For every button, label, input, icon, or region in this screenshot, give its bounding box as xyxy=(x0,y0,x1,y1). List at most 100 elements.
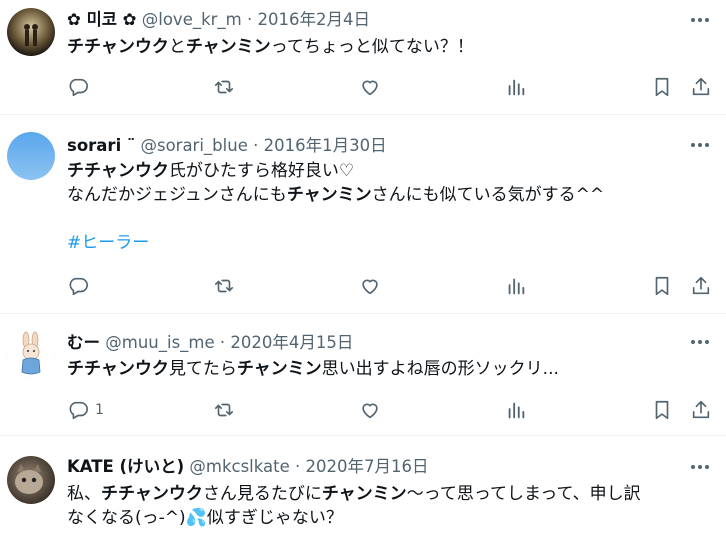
like-button[interactable] xyxy=(359,395,381,425)
avatar[interactable] xyxy=(7,456,55,504)
separator: · xyxy=(253,136,259,155)
text-line: 私、チチャンウクさん見るたびにチャンミン〜って思ってしまって、申し訳 xyxy=(67,482,710,506)
tweet-header: むー @muu_is_me · 2020年4月15日 xyxy=(67,332,353,354)
more-icon[interactable] xyxy=(688,135,712,155)
display-name[interactable]: むー xyxy=(67,333,100,352)
retweet-icon xyxy=(214,279,234,293)
text-plain: 似すぎじゃない？ xyxy=(206,508,343,528)
share-icon xyxy=(692,276,710,295)
retweet-button[interactable] xyxy=(213,72,235,102)
share-icon xyxy=(692,77,710,96)
share-button[interactable] xyxy=(690,271,712,301)
display-name[interactable]: KATE (けいと) xyxy=(67,457,184,476)
like-icon xyxy=(362,80,378,96)
text-keyword: チャンミン xyxy=(286,185,372,205)
text-keyword: チャンミン xyxy=(236,359,322,379)
handle[interactable]: @muu_is_me xyxy=(105,333,214,352)
tweet-header: ✿ 미코 ✿ @love_kr_m · 2016年2月4日 xyxy=(67,9,370,31)
action-bar: 1 xyxy=(0,395,726,425)
more-icon[interactable] xyxy=(688,332,712,352)
text-plain: 私、 xyxy=(67,484,101,504)
text-keyword: チチャンウク xyxy=(67,37,169,57)
reply-icon xyxy=(69,401,88,420)
like-icon xyxy=(362,403,378,419)
text-plain: さん見るたびに xyxy=(202,484,322,504)
handle[interactable]: @love_kr_m xyxy=(142,10,242,29)
text-keyword: チチャンウク xyxy=(67,359,169,379)
text-keyword: チチャンウク xyxy=(101,484,203,504)
avatar[interactable] xyxy=(7,132,55,180)
share-button[interactable] xyxy=(690,72,712,102)
text-plain: 見てたら xyxy=(168,359,237,379)
timestamp[interactable]: 2016年1月30日 xyxy=(264,136,387,155)
timestamp[interactable]: 2016年2月4日 xyxy=(258,10,371,29)
tweet-text: チチャンウク氏がひたすら格好良い♡ なんだかジェジュンさんにもチャンミンさんにも… xyxy=(67,159,710,255)
views-button[interactable] xyxy=(505,271,527,301)
bookmark-button[interactable] xyxy=(651,395,673,425)
bookmark-icon xyxy=(655,400,669,420)
reply-button[interactable]: 1 xyxy=(67,395,104,425)
like-button[interactable] xyxy=(359,72,381,102)
bookmark-button[interactable] xyxy=(651,271,673,301)
text-plain: 〜って思ってしまって、申し訳 xyxy=(406,484,641,504)
text-keyword: チャンミン xyxy=(321,484,407,504)
separator: · xyxy=(219,333,226,352)
tweet[interactable]: sorari ¨ @sorari_blue · 2016年1月30日 チチャンウ… xyxy=(0,115,726,314)
tweet[interactable]: ✿ 미코 ✿ @love_kr_m · 2016年2月4日 チチャンウクとチャン… xyxy=(0,0,726,115)
share-button[interactable] xyxy=(690,395,712,425)
tweet-text: 私、チチャンウクさん見るたびにチャンミン〜って思ってしまって、申し訳 なくなる(… xyxy=(67,482,710,530)
more-icon[interactable] xyxy=(688,10,712,30)
timestamp[interactable]: 2020年4月15日 xyxy=(230,333,353,352)
separator: · xyxy=(247,10,253,29)
retweet-icon xyxy=(214,80,234,94)
reply-icon xyxy=(69,78,88,97)
avatar[interactable] xyxy=(7,8,55,56)
text-plain: 氏がひたすら格好良い♡ xyxy=(168,161,355,181)
display-name[interactable]: ✿ 미코 ✿ xyxy=(67,10,137,29)
text-keyword: チチャンウク xyxy=(67,161,169,181)
views-icon xyxy=(508,79,525,96)
retweet-button[interactable] xyxy=(213,395,235,425)
retweet-button[interactable] xyxy=(213,271,235,301)
text-keyword: チャンミン xyxy=(185,37,271,57)
tweet-text: チチャンウクとチャンミンってちょっと似てない？！ xyxy=(67,35,710,59)
text-plain: と xyxy=(168,37,186,57)
tweet[interactable]: むー @muu_is_me · 2020年4月15日 チチャンウク見てたらチャン… xyxy=(0,314,726,436)
text-line: なんだかジェジュンさんにもチャンミンさんにも似ている気がする^^ xyxy=(67,183,710,207)
timestamp[interactable]: 2020年7月16日 xyxy=(306,457,429,476)
reply-icon xyxy=(69,277,88,296)
text-plain: さんにも似ている気がする^^ xyxy=(371,185,605,205)
views-button[interactable] xyxy=(505,72,527,102)
handle[interactable]: @mkcslkate xyxy=(189,457,289,476)
text-plain: なんだかジェジュンさんにも xyxy=(67,185,287,205)
avatar[interactable] xyxy=(7,330,55,378)
action-bar xyxy=(0,271,726,301)
share-icon xyxy=(692,400,710,419)
views-icon xyxy=(508,402,525,419)
text-plain: 思い出すよね唇の形ソックリ... xyxy=(321,359,559,379)
action-bar xyxy=(0,72,726,102)
views-button[interactable] xyxy=(505,395,527,425)
tweet[interactable]: KATE (けいと) @mkcslkate · 2020年7月16日 私、チチャ… xyxy=(0,436,726,535)
tweet-text: チチャンウク見てたらチャンミン思い出すよね唇の形ソックリ... xyxy=(67,357,710,381)
bookmark-icon xyxy=(655,77,669,97)
handle[interactable]: @sorari_blue xyxy=(140,136,247,155)
hashtag-link[interactable]: #ヒーラー xyxy=(67,233,149,253)
text-line: チチャンウク氏がひたすら格好良い♡ xyxy=(67,159,710,183)
like-button[interactable] xyxy=(359,271,381,301)
reply-button[interactable] xyxy=(67,72,95,102)
sweat-droplets-emoji: 💦 xyxy=(185,508,207,528)
views-icon xyxy=(508,278,525,295)
text-plain: ってちょっと似てない？！ xyxy=(270,37,474,57)
reply-button[interactable] xyxy=(67,271,95,301)
text-line: なくなる(っ-^)💦似すぎじゃない？ xyxy=(67,506,710,530)
reply-count: 1 xyxy=(95,402,104,418)
more-icon[interactable] xyxy=(688,457,712,477)
text-plain: なくなる(っ-^) xyxy=(67,508,186,528)
retweet-icon xyxy=(214,403,234,417)
tweet-header: KATE (けいと) @mkcslkate · 2020年7月16日 xyxy=(67,456,429,478)
bookmark-button[interactable] xyxy=(651,72,673,102)
like-icon xyxy=(362,279,378,295)
display-name[interactable]: sorari ¨ xyxy=(67,136,135,155)
separator: · xyxy=(295,457,301,476)
